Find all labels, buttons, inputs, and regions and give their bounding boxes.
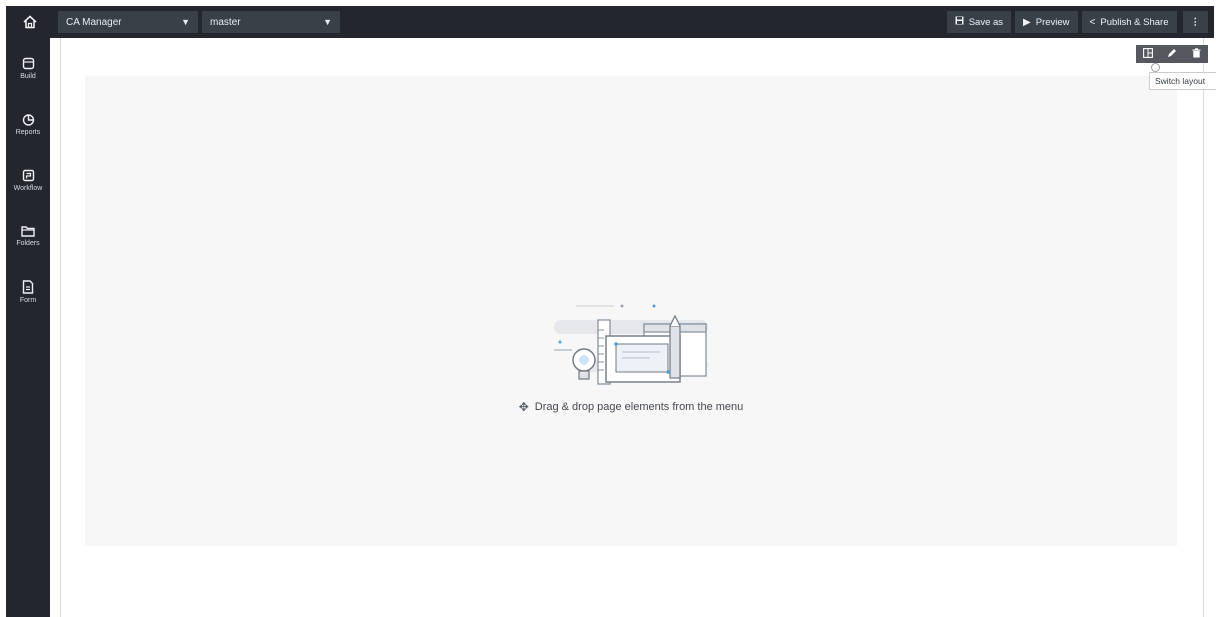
save-icon (955, 16, 964, 28)
branch-select-value: master (210, 16, 241, 28)
delete-button[interactable] (1187, 47, 1205, 61)
branch-select[interactable]: master ▼ (202, 11, 340, 33)
sidebar-item-label: Reports (15, 128, 41, 136)
chevron-down-icon: ▼ (323, 17, 332, 27)
save-as-button[interactable]: Save as (946, 11, 1012, 33)
publish-share-label: Publish & Share (1100, 16, 1169, 28)
layout-icon (1143, 47, 1153, 58)
edit-button[interactable] (1163, 48, 1181, 61)
save-as-label: Save as (968, 16, 1004, 28)
pencil-icon (1168, 48, 1176, 57)
sidebar-item-label: Folders (16, 240, 40, 247)
sidebar-item-label: Workflow (13, 184, 43, 192)
form-icon (22, 280, 34, 294)
sidebar-item-label: Build (20, 72, 36, 80)
sidebar-item-reports[interactable]: Reports (6, 98, 50, 150)
build-icon (22, 57, 34, 69)
share-icon: < (1089, 16, 1096, 28)
empty-state: ✥ Drag & drop page elements from the men… (85, 300, 1177, 414)
folder-icon (21, 226, 35, 237)
sidebar: Build Reports Workflow Folders Form (6, 38, 50, 617)
app-select-value: CA Manager (66, 16, 122, 28)
more-menu-button[interactable]: ⋮ (1182, 11, 1208, 33)
reports-icon (22, 113, 34, 126)
sidebar-item-workflow[interactable]: Workflow (6, 154, 50, 206)
switch-layout-tooltip: Switch layout (1149, 72, 1216, 90)
workflow-icon (22, 169, 34, 181)
empty-state-illustration (554, 304, 708, 385)
more-icon: ⋮ (1190, 16, 1201, 28)
app-select[interactable]: CA Manager ▼ (58, 11, 198, 33)
switch-layout-button[interactable] (1139, 47, 1157, 61)
drop-zone[interactable]: ✥ Drag & drop page elements from the men… (85, 76, 1177, 546)
sidebar-item-build[interactable]: Build (6, 42, 50, 94)
preview-label: Preview (1035, 16, 1070, 28)
sidebar-item-folders[interactable]: Folders (6, 210, 50, 262)
home-icon (23, 15, 37, 29)
empty-hint: ✥ Drag & drop page elements from the men… (519, 400, 744, 414)
preview-button[interactable]: ▶ Preview (1015, 11, 1078, 33)
page-canvas[interactable]: ✥ Drag & drop page elements from the men… (60, 38, 1204, 617)
top-bar: CA Manager ▼ master ▼ Save as ▶ Preview … (6, 6, 1214, 38)
publish-share-button[interactable]: < Publish & Share (1081, 11, 1177, 33)
trash-icon (1192, 47, 1200, 57)
layout-toolbar (1136, 45, 1208, 63)
chevron-down-icon: ▼ (181, 17, 190, 27)
sidebar-item-form[interactable]: Form (6, 266, 50, 318)
move-icon: ✥ (518, 400, 529, 414)
cursor-icon (1151, 63, 1160, 72)
sidebar-item-label: Form (19, 297, 37, 304)
home-button[interactable] (6, 6, 54, 38)
play-icon: ▶ (1023, 16, 1031, 28)
empty-hint-text: Drag & drop page elements from the menu (534, 401, 744, 413)
